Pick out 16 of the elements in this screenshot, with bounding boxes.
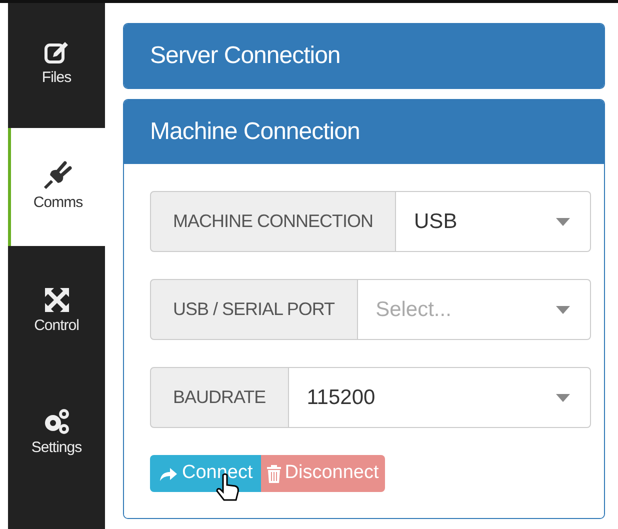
dropdown-caret-icon — [556, 218, 570, 226]
select-field[interactable]: USB — [396, 191, 591, 252]
panel-header[interactable]: Server Connection — [124, 24, 604, 88]
dropdown-caret-icon — [556, 394, 570, 402]
sidebar-tab[interactable]: Comms — [8, 128, 105, 246]
expand-arrows-icon — [44, 286, 70, 313]
plug-icon — [43, 160, 73, 190]
select-field[interactable]: 115200 — [288, 367, 591, 428]
dropdown-caret-icon — [556, 306, 570, 314]
trash-icon — [266, 464, 281, 482]
share-arrow-icon — [158, 466, 178, 482]
field-label: BAUDRATE — [150, 367, 289, 428]
edit-icon — [44, 41, 70, 66]
field-label: USB / SERIAL PORT — [150, 279, 358, 340]
field-label: MACHINE CONNECTION — [150, 191, 396, 252]
panel-header[interactable]: Machine Connection — [124, 100, 604, 164]
